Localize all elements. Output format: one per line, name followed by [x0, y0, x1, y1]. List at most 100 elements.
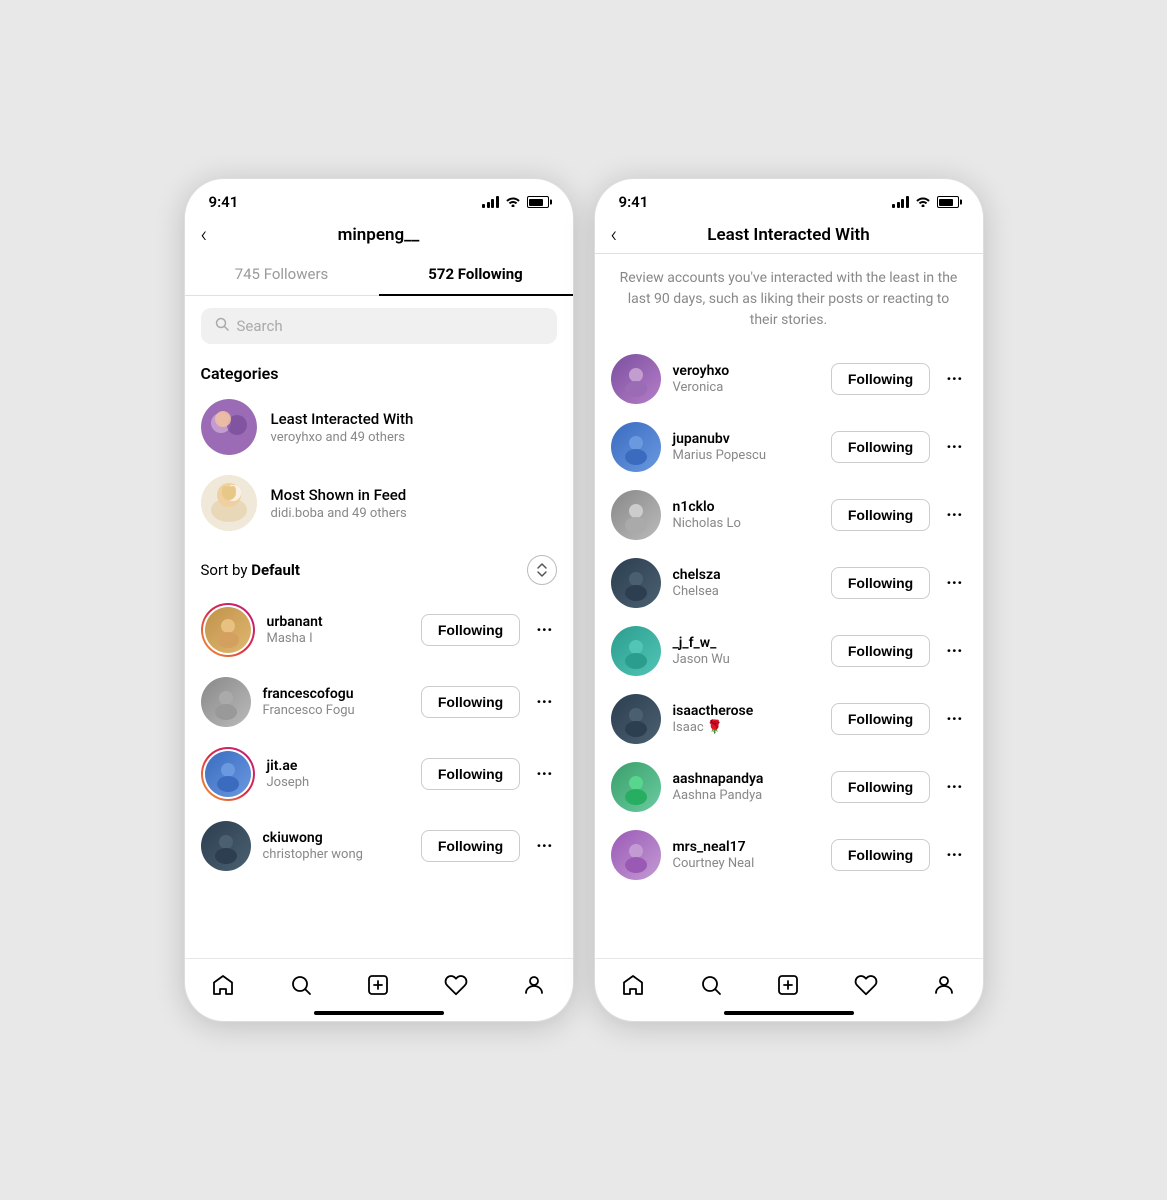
page-title-left: minpeng__ [338, 225, 420, 245]
following-button-aashnapandya[interactable]: Following [831, 771, 930, 803]
following-button-ckiuwong[interactable]: Following [421, 830, 520, 862]
following-button-jitae[interactable]: Following [421, 758, 520, 790]
user-item-urbanant: urbanant Masha I Following ··· [185, 593, 573, 667]
avatar-aashnapandya[interactable] [611, 762, 661, 812]
battery-icon [527, 196, 549, 208]
nav-search-left[interactable] [279, 969, 323, 1001]
nav-profile-right[interactable] [922, 969, 966, 1001]
user-name-veroyhxo: Veronica [673, 380, 819, 395]
home-indicator-left [314, 1011, 444, 1015]
user-item-mrsneal17: mrs_neal17 Courtney Neal Following ··· [595, 821, 983, 889]
more-button-mrsneal17[interactable]: ··· [942, 845, 966, 866]
following-button-n1cklo[interactable]: Following [831, 499, 930, 531]
more-button-jfw[interactable]: ··· [942, 641, 966, 662]
tab-followers[interactable]: 745 Followers [185, 253, 379, 295]
battery-icon-right [937, 196, 959, 208]
avatar-chelsza[interactable] [611, 558, 661, 608]
following-button-jupanubv[interactable]: Following [831, 431, 930, 463]
more-button-jitae[interactable]: ··· [532, 764, 556, 785]
nav-search-right[interactable] [689, 969, 733, 1001]
category-avatar-2 [201, 475, 257, 531]
user-handle-urbanant: urbanant [267, 614, 409, 630]
signal-icon [482, 196, 499, 208]
user-name-n1cklo: Nicholas Lo [673, 516, 819, 531]
user-name-aashnapandya: Aashna Pandya [673, 788, 819, 803]
back-button-left[interactable]: ‹ [201, 223, 208, 248]
user-item-jupanubv: jupanubv Marius Popescu Following ··· [595, 413, 983, 481]
sort-row: Sort by Default [185, 541, 573, 593]
user-info-n1cklo: n1cklo Nicholas Lo [673, 499, 819, 531]
user-item-aashnapandya: aashnapandya Aashna Pandya Following ··· [595, 753, 983, 821]
avatar-n1cklo[interactable] [611, 490, 661, 540]
user-handle-jupanubv: jupanubv [673, 431, 819, 447]
nav-heart-right[interactable] [844, 969, 888, 1001]
nav-home-right[interactable] [611, 969, 655, 1001]
user-handle-aashnapandya: aashnapandya [673, 771, 819, 787]
avatar-jfw[interactable] [611, 626, 661, 676]
user-name-jitae: Joseph [267, 775, 409, 790]
avatar-jupanubv[interactable] [611, 422, 661, 472]
back-button-right[interactable]: ‹ [611, 223, 618, 248]
more-button-chelsza[interactable]: ··· [942, 573, 966, 594]
avatar-francescofogu[interactable] [201, 677, 251, 727]
story-ring-jitae[interactable] [201, 747, 255, 801]
following-button-urbanant[interactable]: Following [421, 614, 520, 646]
nav-heart-left[interactable] [434, 969, 478, 1001]
category-most-shown[interactable]: Most Shown in Feed didi.boba and 49 othe… [185, 465, 573, 541]
story-ring-urbanant[interactable] [201, 603, 255, 657]
following-button-francescofogu[interactable]: Following [421, 686, 520, 718]
user-info-jfw: _j_f_w_ Jason Wu [673, 635, 819, 667]
user-list-right: veroyhxo Veronica Following ··· jupanubv… [595, 345, 983, 958]
user-name-jfw: Jason Wu [673, 652, 819, 667]
user-item-jfw: _j_f_w_ Jason Wu Following ··· [595, 617, 983, 685]
more-button-aashnapandya[interactable]: ··· [942, 777, 966, 798]
status-bar-left: 9:41 [185, 179, 573, 217]
nav-home-left[interactable] [201, 969, 245, 1001]
user-info-urbanant: urbanant Masha I [267, 614, 409, 646]
following-button-chelsza[interactable]: Following [831, 567, 930, 599]
category-least-interacted[interactable]: Least Interacted With veroyhxo and 49 ot… [185, 389, 573, 465]
user-list-left: urbanant Masha I Following ··· francesco… [185, 593, 573, 958]
following-button-veroyhxo[interactable]: Following [831, 363, 930, 395]
user-item-jitae: jit.ae Joseph Following ··· [185, 737, 573, 811]
signal-icon-right [892, 196, 909, 208]
tabs-row: 745 Followers 572 Following [185, 253, 573, 296]
following-button-jfw[interactable]: Following [831, 635, 930, 667]
user-name-chelsza: Chelsea [673, 584, 819, 599]
following-button-isaactherose[interactable]: Following [831, 703, 930, 735]
user-handle-francescofogu: francescofogu [263, 686, 409, 702]
more-button-urbanant[interactable]: ··· [532, 620, 556, 641]
nav-add-left[interactable] [356, 969, 400, 1001]
category-title-2: Most Shown in Feed [271, 486, 407, 504]
sort-toggle-button[interactable] [527, 555, 557, 585]
avatar-mrsneal17[interactable] [611, 830, 661, 880]
user-info-isaactherose: isaactherose Isaac 🌹 [673, 703, 819, 735]
user-handle-chelsza: chelsza [673, 567, 819, 583]
search-bar[interactable]: Search [201, 308, 557, 344]
search-placeholder: Search [237, 317, 283, 335]
more-button-ckiuwong[interactable]: ··· [532, 836, 556, 857]
avatar-ckiuwong[interactable] [201, 821, 251, 871]
more-button-n1cklo[interactable]: ··· [942, 505, 966, 526]
avatar-veroyhxo[interactable] [611, 354, 661, 404]
home-indicator-right [724, 1011, 854, 1015]
user-name-urbanant: Masha I [267, 631, 409, 646]
left-phone: 9:41 ‹ minpeng__ 745 Followers 572 Foll [184, 178, 574, 1022]
following-button-mrsneal17[interactable]: Following [831, 839, 930, 871]
tab-following[interactable]: 572 Following [379, 253, 573, 295]
nav-add-right[interactable] [766, 969, 810, 1001]
status-icons-left [482, 195, 549, 210]
category-subtitle-1: veroyhxo and 49 others [271, 430, 414, 445]
user-item-isaactherose: isaactherose Isaac 🌹 Following ··· [595, 685, 983, 753]
more-button-veroyhxo[interactable]: ··· [942, 369, 966, 390]
user-info-veroyhxo: veroyhxo Veronica [673, 363, 819, 395]
user-name-jupanubv: Marius Popescu [673, 448, 819, 463]
more-button-isaactherose[interactable]: ··· [942, 709, 966, 730]
user-name-isaactherose: Isaac 🌹 [673, 720, 819, 735]
user-item-n1cklo: n1cklo Nicholas Lo Following ··· [595, 481, 983, 549]
avatar-isaactherose[interactable] [611, 694, 661, 744]
more-button-francescofogu[interactable]: ··· [532, 692, 556, 713]
bottom-nav-right [595, 958, 983, 1007]
more-button-jupanubv[interactable]: ··· [942, 437, 966, 458]
nav-profile-left[interactable] [512, 969, 556, 1001]
